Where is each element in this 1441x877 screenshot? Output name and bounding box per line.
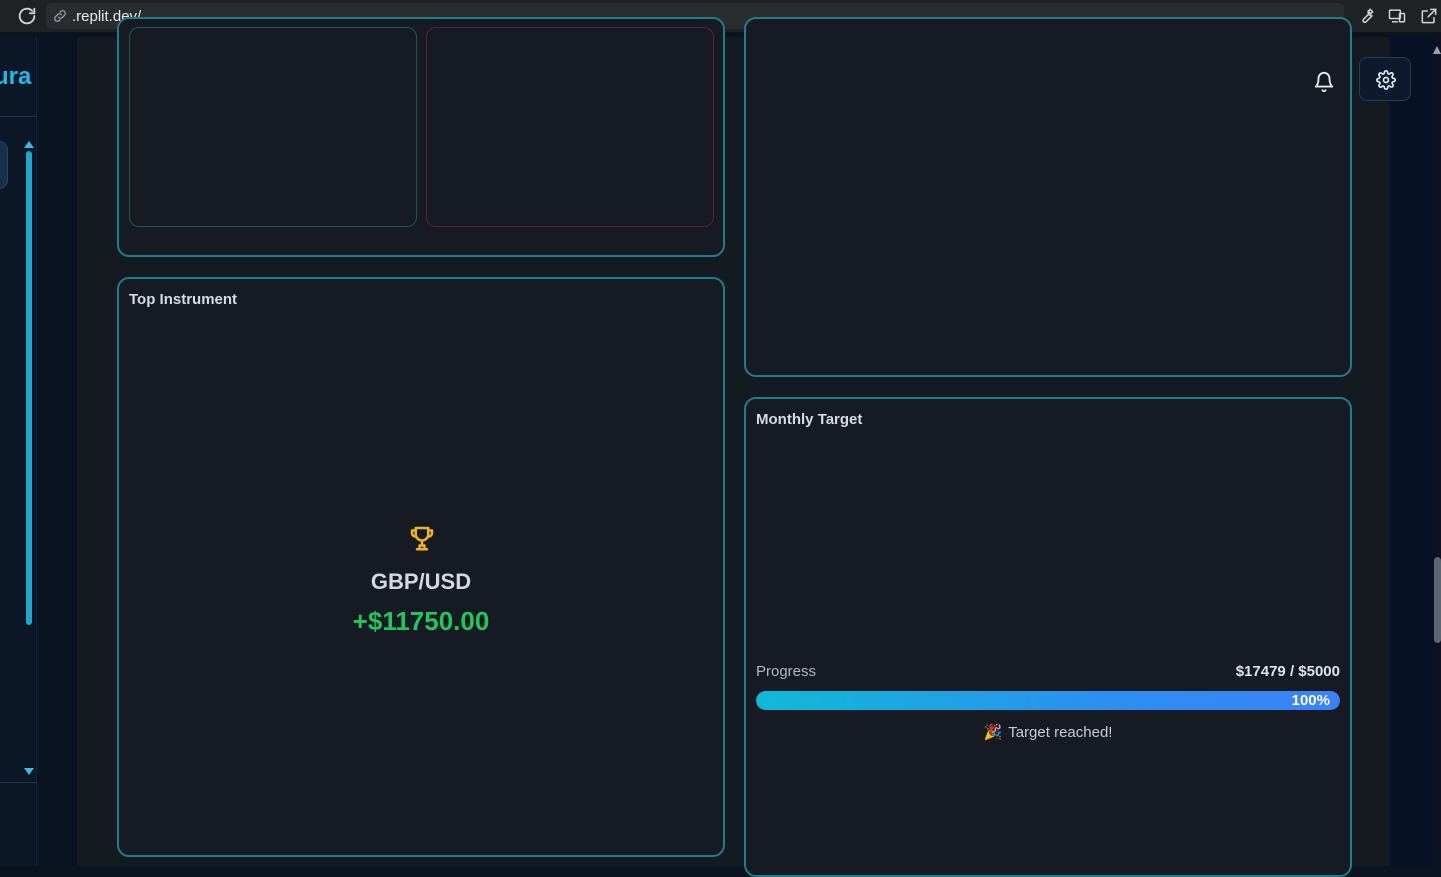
- app-viewport: ura Top Instrument GBP/USD +$11750.00 Mo…: [0, 17, 1441, 877]
- party-popper-icon: 🎉: [983, 724, 1003, 741]
- sidebar: ura: [0, 37, 37, 866]
- dashboard-content: Top Instrument GBP/USD +$11750.00 Monthl…: [77, 17, 1390, 877]
- sidebar-divider: [0, 782, 37, 783]
- settings-button[interactable]: [1359, 57, 1411, 101]
- link-icon: [54, 10, 66, 22]
- devices-icon[interactable]: [1387, 6, 1407, 26]
- external-link-icon[interactable]: [1419, 6, 1439, 26]
- page-scroll-up-icon[interactable]: [1433, 46, 1441, 54]
- sidebar-divider: [0, 116, 37, 117]
- page-scrollbar[interactable]: [1433, 37, 1441, 866]
- loss-stat-card: [426, 27, 714, 227]
- progress-bar-fill: [756, 691, 1340, 710]
- target-status: 🎉 Target reached!: [746, 723, 1350, 741]
- target-status-text: Target reached!: [1008, 724, 1113, 741]
- gear-icon: [1376, 70, 1396, 90]
- card-title: Monthly Target: [756, 411, 863, 428]
- trophy-icon: [410, 526, 434, 551]
- sidebar-item-active[interactable]: [0, 141, 8, 189]
- progress-amount: $17479 / $5000: [1235, 663, 1340, 680]
- win-stat-card: [129, 27, 417, 227]
- page-scroll-thumb[interactable]: [1434, 557, 1441, 643]
- wrench-icon[interactable]: [1356, 6, 1376, 26]
- progress-bar: 100%: [756, 691, 1340, 710]
- brand-logo: ura: [0, 63, 32, 90]
- instrument-pnl: +$11750.00: [352, 606, 490, 636]
- progress-label: Progress: [756, 663, 817, 680]
- sidebar-scroll-up-icon[interactable]: [24, 141, 34, 148]
- sidebar-scrollbar[interactable]: [26, 151, 32, 625]
- card-title: Top Instrument: [129, 291, 238, 308]
- summary-card: [117, 17, 725, 257]
- chart-card: [744, 17, 1352, 377]
- reload-icon[interactable]: [16, 5, 38, 27]
- monthly-target-card: Monthly Target Progress $17479 / $5000 1…: [744, 397, 1352, 877]
- top-instrument-card: Top Instrument GBP/USD +$11750.00: [117, 277, 725, 857]
- bell-icon[interactable]: [1313, 71, 1335, 93]
- sidebar-scroll-down-icon[interactable]: [24, 768, 34, 775]
- progress-percent: 100%: [1291, 692, 1330, 709]
- instrument-symbol: GBP/USD: [370, 569, 472, 594]
